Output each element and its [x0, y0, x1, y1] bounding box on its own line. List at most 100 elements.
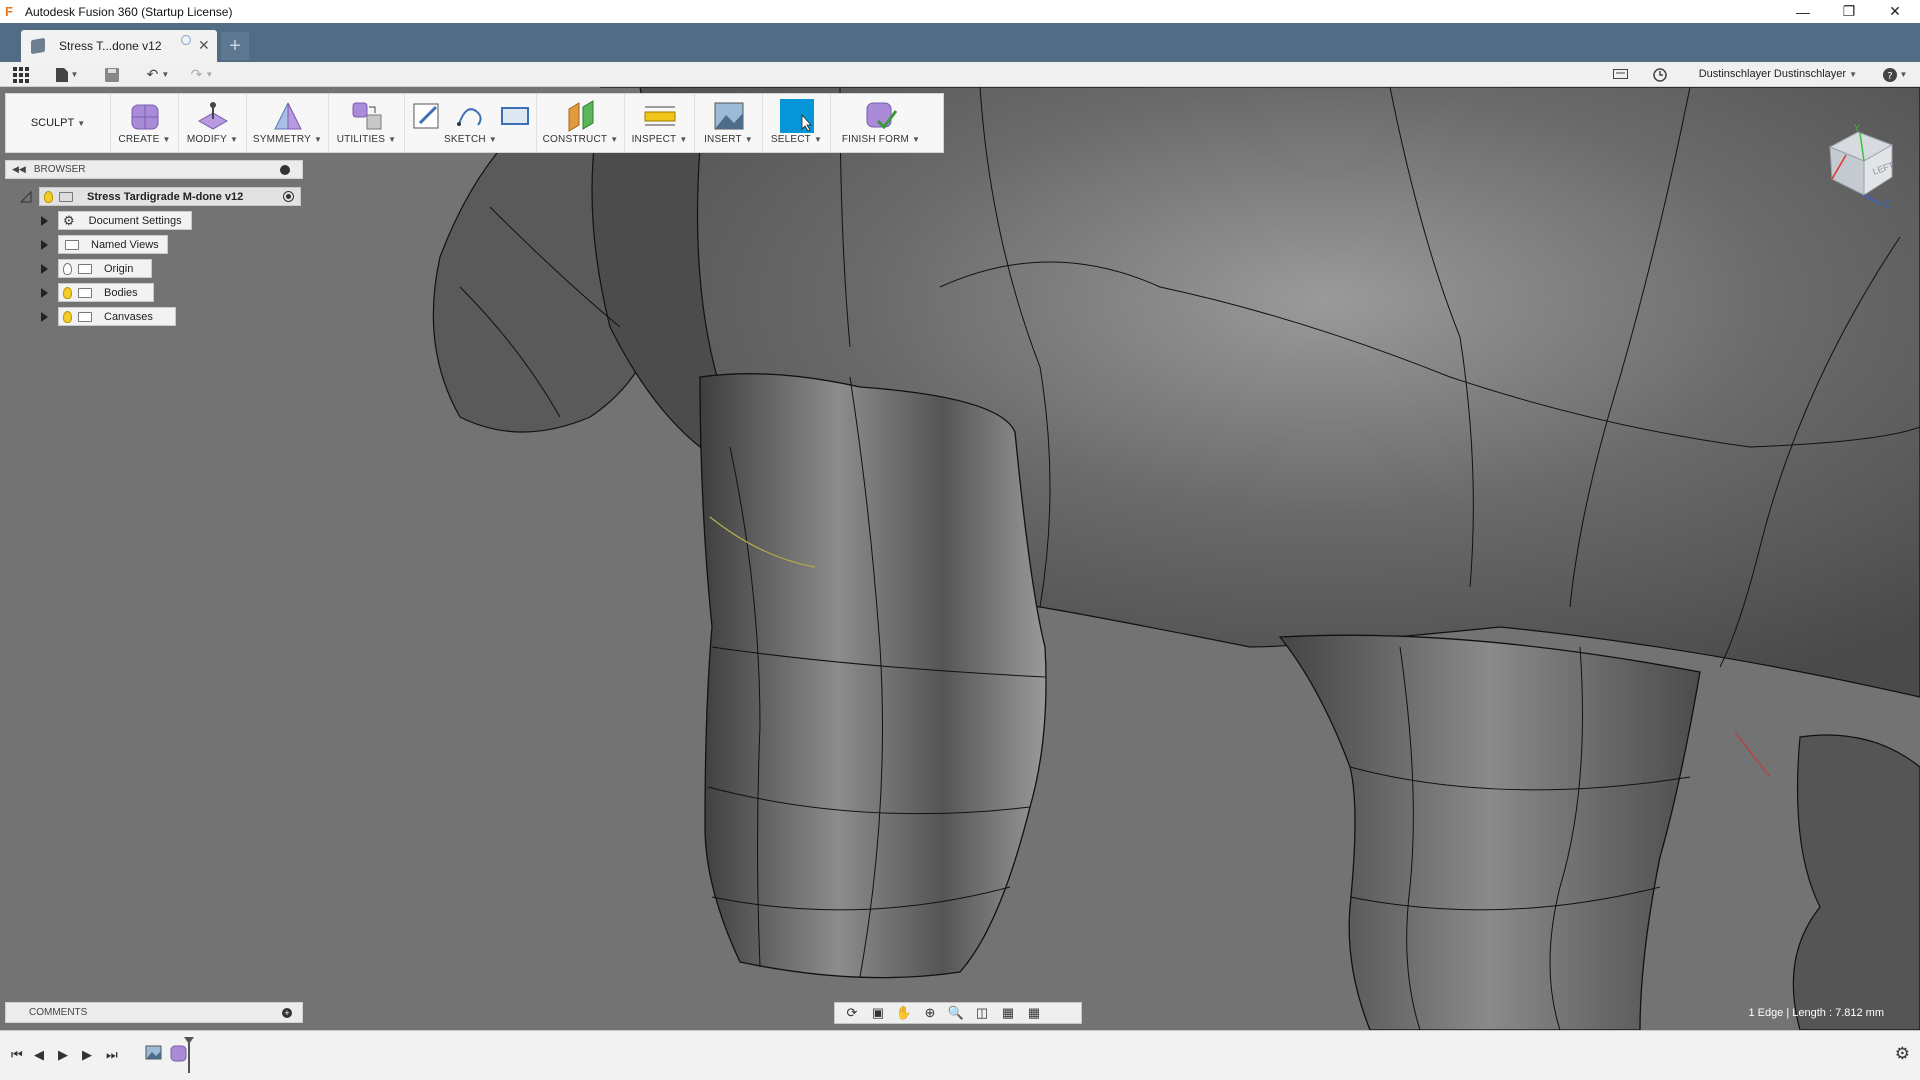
undo-icon: ↶: [146, 66, 159, 82]
finish-form-label: FINISH FORM: [841, 134, 910, 145]
save-icon: [105, 67, 119, 82]
browser-panel-header[interactable]: ◀◀ BROWSER: [5, 160, 303, 179]
activate-component-icon[interactable]: [283, 191, 294, 202]
root-component-label: Stress Tardigrade M-done v12: [87, 190, 244, 203]
expand-origin-icon[interactable]: [41, 264, 48, 274]
bodies-label: Bodies: [104, 286, 138, 299]
add-comment-icon[interactable]: +: [282, 1008, 292, 1018]
utilities-menu[interactable]: UTILITIES ▼: [329, 94, 405, 152]
browser-item-bodies[interactable]: Bodies: [58, 283, 154, 302]
visibility-bulb-off-icon[interactable]: [63, 262, 72, 275]
user-account-menu[interactable]: Dustinschlayer Dustinschlayer ▼: [1699, 68, 1857, 80]
canvas-viewport[interactable]: LEFT Y Z: [0, 87, 1920, 1030]
close-tab-button[interactable]: ✕: [198, 37, 210, 54]
insert-canvas-icon: [714, 102, 743, 130]
visibility-bulb-icon[interactable]: [63, 286, 72, 299]
job-status-button[interactable]: [1650, 65, 1670, 84]
tardigrade-model[interactable]: LEFT Y Z: [0, 87, 1920, 1030]
spline-icon[interactable]: [454, 99, 488, 133]
timeline-next-button[interactable]: ▶: [82, 1047, 92, 1063]
timeline-play-button[interactable]: ▶: [58, 1047, 68, 1063]
svg-text:?: ?: [1887, 71, 1892, 82]
timeline-settings-gear-icon[interactable]: ⚙: [1895, 1044, 1910, 1064]
visibility-bulb-icon[interactable]: [44, 190, 53, 203]
canvases-label: Canvases: [104, 310, 153, 323]
timeline-canvas-feature-icon[interactable]: [145, 1044, 163, 1062]
offset-plane-icon: [568, 100, 593, 132]
convert-utilities-icon: [352, 102, 381, 130]
collapse-browser-icon[interactable]: ◀◀: [12, 164, 26, 175]
finish-form-button[interactable]: FINISH FORM ▼: [831, 94, 931, 152]
insert-menu[interactable]: INSERT ▼: [695, 94, 763, 152]
restore-button[interactable]: ❐: [1826, 0, 1872, 23]
select-menu[interactable]: SELECT ▼: [763, 94, 831, 152]
timeline-start-button[interactable]: ⏮: [11, 1047, 23, 1063]
edit-form-icon: [197, 102, 228, 130]
new-tab-button[interactable]: +: [221, 32, 249, 60]
measure-icon: [644, 106, 675, 126]
notifications-button[interactable]: [1610, 65, 1630, 84]
workspace-switcher[interactable]: SCULPT ▼: [6, 94, 111, 152]
navigation-bar: ⟳ ▣ ✋ ⊕ 🔍 ◫ ▦ ▦: [834, 1002, 1082, 1024]
document-tab[interactable]: Stress T...done v12 ✕: [21, 30, 217, 62]
browser-item-document-settings[interactable]: ⚙ Document Settings: [58, 211, 192, 230]
undo-button[interactable]: ↶ ▼: [142, 65, 174, 84]
minimize-button[interactable]: —: [1780, 0, 1826, 23]
file-icon: [55, 67, 68, 82]
create-sketch-icon[interactable]: [410, 99, 444, 133]
browser-pin-icon[interactable]: [280, 165, 290, 175]
z-axis-label: Z: [1884, 199, 1890, 209]
browser-title: BROWSER: [33, 164, 86, 175]
help-icon: ?: [1882, 67, 1897, 82]
viewports-icon[interactable]: ▦: [1023, 1005, 1045, 1021]
rectangle-sketch-icon[interactable]: [498, 99, 532, 133]
inspect-menu[interactable]: INSPECT ▼: [625, 94, 695, 152]
browser-root-node[interactable]: Stress Tardigrade M-done v12: [39, 187, 301, 206]
collapse-root-icon[interactable]: [20, 191, 32, 203]
expand-canvases-icon[interactable]: [41, 312, 48, 322]
display-settings-icon[interactable]: ◫: [971, 1005, 993, 1021]
symmetry-menu[interactable]: SYMMETRY ▼: [247, 94, 329, 152]
timeline-previous-button[interactable]: ◀: [34, 1047, 44, 1063]
create-menu[interactable]: CREATE ▼: [111, 94, 179, 152]
fusion-logo-icon: F: [5, 3, 13, 19]
zoom-icon[interactable]: ⊕: [919, 1005, 941, 1021]
visibility-bulb-icon[interactable]: [63, 310, 72, 323]
expand-document-settings-icon[interactable]: [41, 216, 48, 226]
browser-item-named-views[interactable]: Named Views: [58, 235, 168, 254]
modify-menu[interactable]: MODIFY ▼: [179, 94, 247, 152]
selection-status: 1 Edge | Length : 7.812 mm: [1748, 1007, 1884, 1019]
app-grid-button[interactable]: [10, 65, 32, 84]
browser-item-origin[interactable]: Origin: [58, 259, 152, 278]
orbit-icon[interactable]: ⟳: [841, 1005, 863, 1021]
comments-panel-header[interactable]: COMMENTS +: [5, 1002, 303, 1023]
grid-icon: [13, 66, 29, 83]
file-menu-button[interactable]: ▼: [52, 65, 82, 84]
sketch-menu[interactable]: SKETCH ▼: [405, 94, 537, 152]
folder-icon: [78, 263, 92, 274]
pan-hand-icon[interactable]: ✋: [893, 1005, 915, 1021]
named-views-label: Named Views: [91, 238, 159, 251]
message-icon: [1612, 68, 1628, 79]
fusion-app: F Autodesk Fusion 360 (Startup License) …: [0, 0, 1920, 1080]
fit-zoom-window-icon[interactable]: 🔍: [945, 1005, 967, 1021]
help-button[interactable]: ? ▼: [1880, 65, 1910, 84]
save-button[interactable]: [102, 65, 122, 84]
construct-menu[interactable]: CONSTRUCT ▼: [537, 94, 625, 152]
look-at-icon[interactable]: ▣: [867, 1005, 889, 1021]
redo-button[interactable]: ↷ ▼: [186, 65, 218, 84]
close-window-button[interactable]: ✕: [1872, 0, 1918, 23]
expand-named-views-icon[interactable]: [41, 240, 48, 250]
expand-bodies-icon[interactable]: [41, 288, 48, 298]
symmetry-menu-label: SYMMETRY: [252, 134, 311, 145]
timeline-marker[interactable]: [184, 1037, 194, 1073]
sculpt-toolbar: SCULPT ▼ CREATE ▼ MODIFY ▼ SYMMETRY ▼ UTILIT…: [5, 93, 944, 153]
quick-access-bar: ▼ ↶ ▼ ↷ ▼ Dustinschlayer Dustinschlayer ▼ ?…: [0, 62, 1920, 87]
gear-icon: ⚙: [63, 212, 75, 228]
workspace-label: SCULPT: [30, 117, 75, 129]
timeline-end-button[interactable]: ⏭: [106, 1047, 118, 1063]
y-axis-label: Y: [1854, 123, 1860, 133]
window-title-bar: F Autodesk Fusion 360 (Startup License) …: [0, 0, 1920, 23]
grid-snaps-icon[interactable]: ▦: [997, 1005, 1019, 1021]
browser-item-canvases[interactable]: Canvases: [58, 307, 176, 326]
